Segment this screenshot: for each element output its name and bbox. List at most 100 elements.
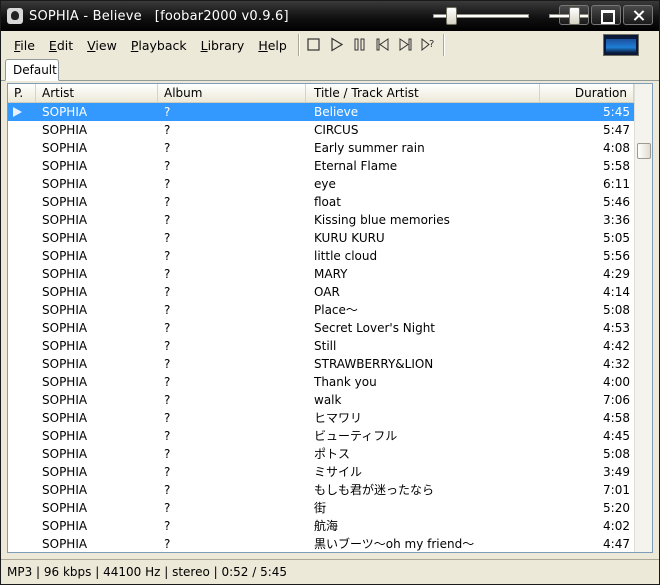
- table-row[interactable]: SOPHIA? もしも君が迷ったなら 7:01: [8, 481, 634, 499]
- spectrum-bar: [606, 39, 636, 53]
- duration-cell: 4:00: [603, 375, 630, 389]
- random-button[interactable]: ?: [419, 35, 439, 55]
- artist-cell: SOPHIA: [42, 195, 88, 209]
- album-cell: ?: [164, 537, 171, 551]
- artist-cell: SOPHIA: [42, 321, 88, 335]
- menu-item-playback[interactable]: Playback: [124, 38, 194, 53]
- table-row[interactable]: SOPHIA? ミサイル 3:49: [8, 463, 634, 481]
- menu-label-rest: ibrary: [207, 37, 245, 53]
- playing-indicator-cell: [8, 301, 36, 319]
- duration-cell: 4:32: [603, 357, 630, 371]
- toolbar-separator: [442, 34, 445, 56]
- table-row[interactable]: SOPHIA? walk 7:06: [8, 391, 634, 409]
- album-cell: ?: [164, 465, 171, 479]
- table-row[interactable]: SOPHIA? little cloud 5:56: [8, 247, 634, 265]
- playing-indicator-cell: [8, 139, 36, 157]
- stop-button[interactable]: [304, 35, 324, 55]
- column-header-artist[interactable]: Artist: [36, 84, 158, 103]
- title-cell: ミサイル: [314, 465, 363, 479]
- table-row[interactable]: SOPHIA? MARY 4:29: [8, 265, 634, 283]
- table-row[interactable]: SOPHIA? ビューティフル 4:45: [8, 427, 634, 445]
- table-row[interactable]: SOPHIA? Secret Lover's Night 4:53: [8, 319, 634, 337]
- close-button[interactable]: [623, 5, 653, 25]
- pause-button[interactable]: [350, 35, 370, 55]
- duration-cell: 4:58: [603, 411, 630, 425]
- app-icon[interactable]: [7, 8, 23, 24]
- volume-thumb[interactable]: [569, 7, 580, 25]
- playing-indicator-cell: [8, 373, 36, 391]
- seek-thumb[interactable]: [446, 7, 457, 25]
- duration-cell: 5:58: [603, 159, 630, 173]
- album-cell: ?: [164, 105, 171, 119]
- table-row[interactable]: SOPHIA? KURU KURU 5:05: [8, 229, 634, 247]
- play-button[interactable]: [327, 35, 347, 55]
- next-button[interactable]: [396, 35, 416, 55]
- artist-cell: SOPHIA: [42, 177, 88, 191]
- menu-item-edit[interactable]: Edit: [42, 38, 80, 53]
- scrollbar-thumb[interactable]: [637, 143, 651, 159]
- album-cell: ?: [164, 213, 171, 227]
- playing-indicator-cell: [8, 499, 36, 517]
- stop-icon: [307, 38, 320, 51]
- title-cell: ビューティフル: [314, 429, 398, 443]
- menu-item-file[interactable]: File: [7, 38, 42, 53]
- table-row[interactable]: SOPHIA? OAR 4:14: [8, 283, 634, 301]
- album-cell: ?: [164, 429, 171, 443]
- artist-cell: SOPHIA: [42, 411, 88, 425]
- column-header-playing[interactable]: P.: [8, 84, 36, 103]
- table-row[interactable]: SOPHIA? Eternal Flame 5:58: [8, 157, 634, 175]
- artist-cell: SOPHIA: [42, 537, 88, 551]
- table-row[interactable]: SOPHIA? CIRCUS 5:47: [8, 121, 634, 139]
- table-row[interactable]: SOPHIA? Place〜 5:08: [8, 301, 634, 319]
- table-row[interactable]: SOPHIA? STRAWBERRY&LION 4:32: [8, 355, 634, 373]
- playlist-view[interactable]: P. Artist Album Title / Track Artist Dur…: [7, 83, 653, 553]
- album-cell: ?: [164, 519, 171, 533]
- playing-indicator-cell: [8, 175, 36, 193]
- artist-cell: SOPHIA: [42, 159, 88, 173]
- table-row[interactable]: SOPHIA? Believe 5:45: [8, 103, 634, 121]
- table-row[interactable]: SOPHIA? 街 5:20: [8, 499, 634, 517]
- table-row[interactable]: SOPHIA? ポトス 5:08: [8, 445, 634, 463]
- volume-slider[interactable]: [549, 7, 589, 25]
- menu-item-view[interactable]: View: [80, 38, 124, 53]
- album-cell: ?: [164, 195, 171, 209]
- playing-indicator-cell: [8, 481, 36, 499]
- column-header-title[interactable]: Title / Track Artist: [306, 84, 540, 103]
- title-cell: 航海: [314, 519, 339, 533]
- maximize-button[interactable]: [591, 5, 621, 25]
- menu-toolbar-row: File Edit View Playback Library Help ?: [1, 31, 659, 59]
- duration-cell: 5:56: [603, 249, 630, 263]
- table-row[interactable]: SOPHIA? Kissing blue memories 3:36: [8, 211, 634, 229]
- album-cell: ?: [164, 447, 171, 461]
- album-cell: ?: [164, 159, 171, 173]
- table-row[interactable]: SOPHIA? float 5:46: [8, 193, 634, 211]
- previous-button[interactable]: [373, 35, 393, 55]
- duration-cell: 6:11: [603, 177, 630, 191]
- spectrum-visualisation[interactable]: [603, 34, 639, 56]
- vertical-scrollbar[interactable]: [634, 84, 652, 552]
- tab-default[interactable]: Default: [5, 59, 59, 81]
- column-header-album[interactable]: Album: [158, 84, 306, 103]
- menu-item-library[interactable]: Library: [194, 38, 252, 53]
- table-row[interactable]: SOPHIA? 黒いブーツ〜oh my friend〜 4:47: [8, 535, 634, 552]
- table-row[interactable]: SOPHIA? eye 6:11: [8, 175, 634, 193]
- foobar-window: SOPHIA - Believe [foobar2000 v0.9.6] Fil…: [0, 0, 660, 585]
- table-row[interactable]: SOPHIA? ヒマワリ 4:58: [8, 409, 634, 427]
- playing-indicator-cell: [8, 445, 36, 463]
- table-row[interactable]: SOPHIA? 航海 4:02: [8, 517, 634, 535]
- playing-indicator-cell: [8, 193, 36, 211]
- table-row[interactable]: SOPHIA? Thank you 4:00: [8, 373, 634, 391]
- playing-indicator-cell: [8, 229, 36, 247]
- table-row[interactable]: SOPHIA? Early summer rain 4:08: [8, 139, 634, 157]
- artist-cell: SOPHIA: [42, 339, 88, 353]
- menu-item-help[interactable]: Help: [251, 38, 294, 53]
- table-row[interactable]: SOPHIA? Still 4:42: [8, 337, 634, 355]
- album-cell: ?: [164, 357, 171, 371]
- album-cell: ?: [164, 321, 171, 335]
- column-header-duration[interactable]: Duration: [540, 84, 634, 103]
- title-cell: Secret Lover's Night: [314, 321, 436, 335]
- duration-cell: 5:46: [603, 195, 630, 209]
- duration-cell: 5:47: [603, 123, 630, 137]
- seek-bar[interactable]: [433, 7, 529, 25]
- title-cell: ヒマワリ: [314, 411, 363, 425]
